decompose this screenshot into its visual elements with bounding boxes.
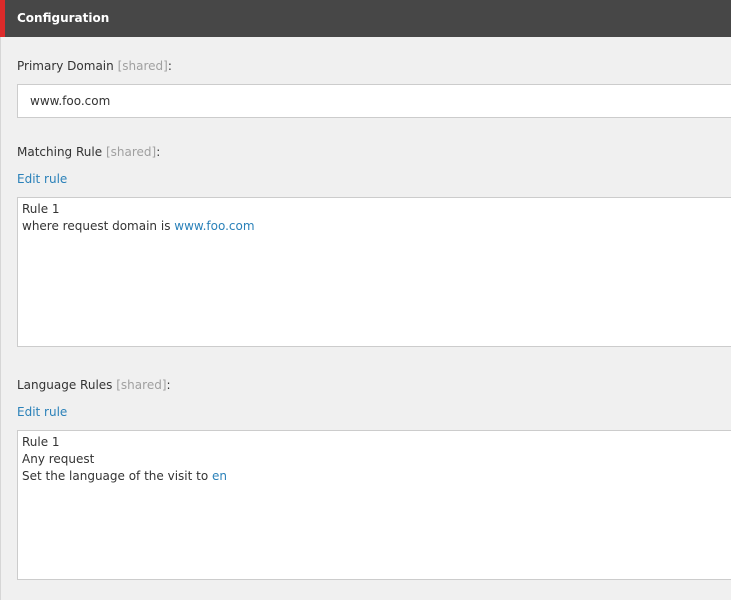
matching-rule-domain-value-link[interactable]: www.foo.com — [174, 219, 254, 233]
language-rules-edit-link[interactable]: Edit rule — [17, 404, 67, 420]
language-rule-action-text: Set the language of the visit to — [22, 469, 213, 483]
primary-domain-shared-tag: [shared] — [117, 59, 168, 73]
language-rules-box: Rule 1 Any request Set the language of t… — [17, 430, 731, 580]
panel-left-border — [0, 37, 1, 600]
language-rule-language-value-link[interactable]: en — [212, 469, 227, 483]
primary-domain-label-text: Primary Domain — [17, 59, 114, 73]
language-rule-action: Set the language of the visit to en — [22, 468, 731, 485]
matching-rule-condition-text: where request domain is — [22, 219, 175, 233]
language-rules-shared-tag: [shared] — [116, 378, 167, 392]
primary-domain-label-colon: : — [167, 59, 172, 73]
language-rules-label-colon: : — [166, 378, 171, 392]
matching-rule-edit-link[interactable]: Edit rule — [17, 171, 67, 187]
matching-rule-label-text: Matching Rule — [17, 145, 103, 159]
matching-rule-name: Rule 1 — [22, 202, 60, 216]
language-rules-label: Language Rules [shared]: — [17, 377, 171, 393]
section-header[interactable]: Configuration — [0, 0, 731, 37]
matching-rule-label-colon: : — [156, 145, 161, 159]
matching-rule-condition: where request domain is www.foo.com — [22, 218, 731, 235]
matching-rule-box: Rule 1 where request domain is www.foo.c… — [17, 197, 731, 347]
section-title: Configuration — [17, 11, 110, 25]
language-rule-name: Rule 1 — [22, 435, 60, 449]
matching-rule-label: Matching Rule [shared]: — [17, 144, 160, 160]
primary-domain-input[interactable] — [17, 84, 731, 118]
matching-rule-shared-tag: [shared] — [105, 145, 157, 159]
primary-domain-label: Primary Domain [shared]: — [17, 58, 172, 74]
language-rules-label-text: Language Rules — [17, 378, 113, 392]
language-rule-condition: Any request — [22, 452, 95, 466]
